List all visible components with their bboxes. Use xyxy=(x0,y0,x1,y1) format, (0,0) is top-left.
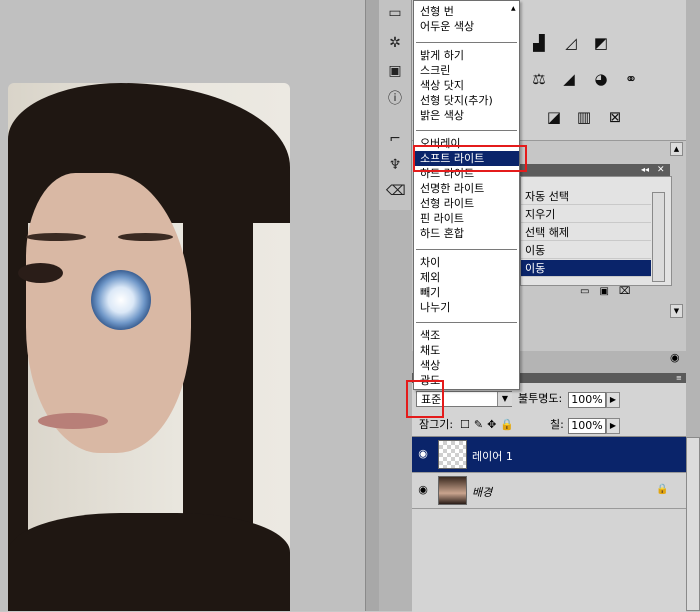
blend-menu-item[interactable]: 채도 xyxy=(414,343,519,358)
menu-separator xyxy=(416,322,517,323)
blend-menu-item[interactable]: 색조 xyxy=(414,328,519,343)
opacity-label: 불투명도: xyxy=(518,392,563,405)
history-row[interactable]: 이동 xyxy=(521,260,651,277)
collapse-icon[interactable]: ◂◂ xyxy=(641,164,655,176)
mouth xyxy=(38,413,108,429)
landscape-icon[interactable]: ▣ xyxy=(386,62,404,80)
soft-light-highlight xyxy=(413,145,527,172)
eye-left xyxy=(18,263,63,283)
panel-scroll-up[interactable]: ▲ xyxy=(670,142,683,156)
tool-preset-icon[interactable]: ⌫ xyxy=(386,182,406,200)
panel-flyout-icon[interactable]: ◉ xyxy=(670,352,686,364)
menu-scroll-arrow-icon[interactable]: ▲ xyxy=(511,6,519,12)
bw-icon[interactable]: ◢ xyxy=(558,70,580,88)
gradient-map-icon[interactable]: ▥ xyxy=(573,108,595,126)
menu-separator xyxy=(416,249,517,250)
info-icon[interactable]: ⓘ xyxy=(386,90,404,108)
panel-scroll-down[interactable]: ▼ xyxy=(670,304,683,318)
history-scrollbar[interactable] xyxy=(652,192,665,282)
threshold-icon[interactable]: ◪ xyxy=(543,108,565,126)
blend-menu-item[interactable]: 색상 닷지 xyxy=(414,78,519,93)
fill-arrow-icon[interactable]: ▶ xyxy=(606,418,620,434)
history-footer-icons[interactable]: ▭▣⌧ xyxy=(580,286,640,298)
panel-icon-strip: ▭ ✲ ▣ ⓘ ⌐ ♆ ⌫ xyxy=(379,0,412,210)
brush-preset-icon[interactable]: ⌐ xyxy=(386,130,404,148)
chevron-down-icon[interactable]: ▼ xyxy=(497,392,512,406)
lock-icon: 🔒 xyxy=(656,484,669,495)
layer-row-1[interactable]: ◉ 레이어 1 xyxy=(412,437,686,473)
lock-icons[interactable]: ☐✎✥🔒 xyxy=(460,418,530,432)
panel-menu-icon[interactable]: ≡ xyxy=(676,374,686,382)
history-row[interactable]: 자동 선택 xyxy=(521,188,651,205)
eye-icon[interactable]: ◉ xyxy=(416,448,430,460)
photo-portrait xyxy=(8,83,290,611)
blend-menu-item[interactable]: 선형 번 xyxy=(414,4,519,19)
blend-menu-item[interactable]: 빼기 xyxy=(414,285,519,300)
fill-field[interactable]: 100% xyxy=(568,418,606,434)
opacity-arrow-icon[interactable]: ▶ xyxy=(606,392,620,408)
channel-mixer-icon[interactable]: ⚭ xyxy=(620,70,642,88)
blend-menu-item[interactable]: 선형 닷지(추가) xyxy=(414,93,519,108)
balance-icon[interactable]: ⚖ xyxy=(528,70,550,88)
blend-menu-item[interactable]: 밝게 하기 xyxy=(414,48,519,63)
blend-menu-item[interactable]: 선형 라이트 xyxy=(414,196,519,211)
blend-menu-item[interactable]: 하드 혼합 xyxy=(414,226,519,241)
layer-thumbnail xyxy=(438,476,467,505)
gear-icon[interactable]: ✲ xyxy=(386,34,404,52)
canvas-scroll-gutter[interactable] xyxy=(365,0,380,611)
history-row[interactable]: 이동 xyxy=(521,242,651,259)
blend-menu-item[interactable]: 차이 xyxy=(414,255,519,270)
close-icon[interactable]: ✕ xyxy=(657,164,669,176)
menu-separator xyxy=(416,42,517,43)
layer-thumbnail xyxy=(438,440,467,469)
blend-menu-item[interactable]: 나누기 xyxy=(414,300,519,315)
menu-separator xyxy=(416,130,517,131)
blend-menu-item[interactable]: 스크린 xyxy=(414,63,519,78)
selective-color-icon[interactable]: ⊠ xyxy=(604,108,626,126)
layer-name: 레이어 1 xyxy=(472,450,513,463)
blend-menu-item[interactable]: 색상 xyxy=(414,358,519,373)
history-row[interactable]: 선택 해제 xyxy=(521,224,651,241)
blend-menu-item[interactable]: 선명한 라이트 xyxy=(414,181,519,196)
lock-label: 잠그기: xyxy=(419,418,454,431)
exposure-icon[interactable]: ◩ xyxy=(590,34,612,52)
blend-menu-item[interactable]: 밝은 색상 xyxy=(414,108,519,123)
blend-mode-highlight xyxy=(406,380,444,418)
layer-name: 배경 xyxy=(472,486,493,499)
clone-source-icon[interactable]: ♆ xyxy=(386,156,404,174)
curves-icon[interactable]: ◿ xyxy=(560,34,582,52)
blend-menu-item[interactable]: 제외 xyxy=(414,270,519,285)
blue-eye-circle xyxy=(91,270,151,330)
eye-icon[interactable]: ◉ xyxy=(416,484,430,496)
blend-menu-item[interactable]: 핀 라이트 xyxy=(414,211,519,226)
layer-row-background[interactable]: ◉ 배경 🔒 xyxy=(412,473,686,509)
levels-icon[interactable]: ▟ xyxy=(528,34,550,52)
photo-filter-icon[interactable]: ◕ xyxy=(590,70,612,88)
opacity-field[interactable]: 100% xyxy=(568,392,606,408)
layers-scrollbar[interactable] xyxy=(686,437,700,611)
history-row[interactable]: 지우기 xyxy=(521,206,651,223)
image-icon[interactable]: ▭ xyxy=(386,4,404,22)
blend-menu-item[interactable]: 어두운 색상 xyxy=(414,19,519,34)
fill-label: 칠: xyxy=(550,418,564,431)
